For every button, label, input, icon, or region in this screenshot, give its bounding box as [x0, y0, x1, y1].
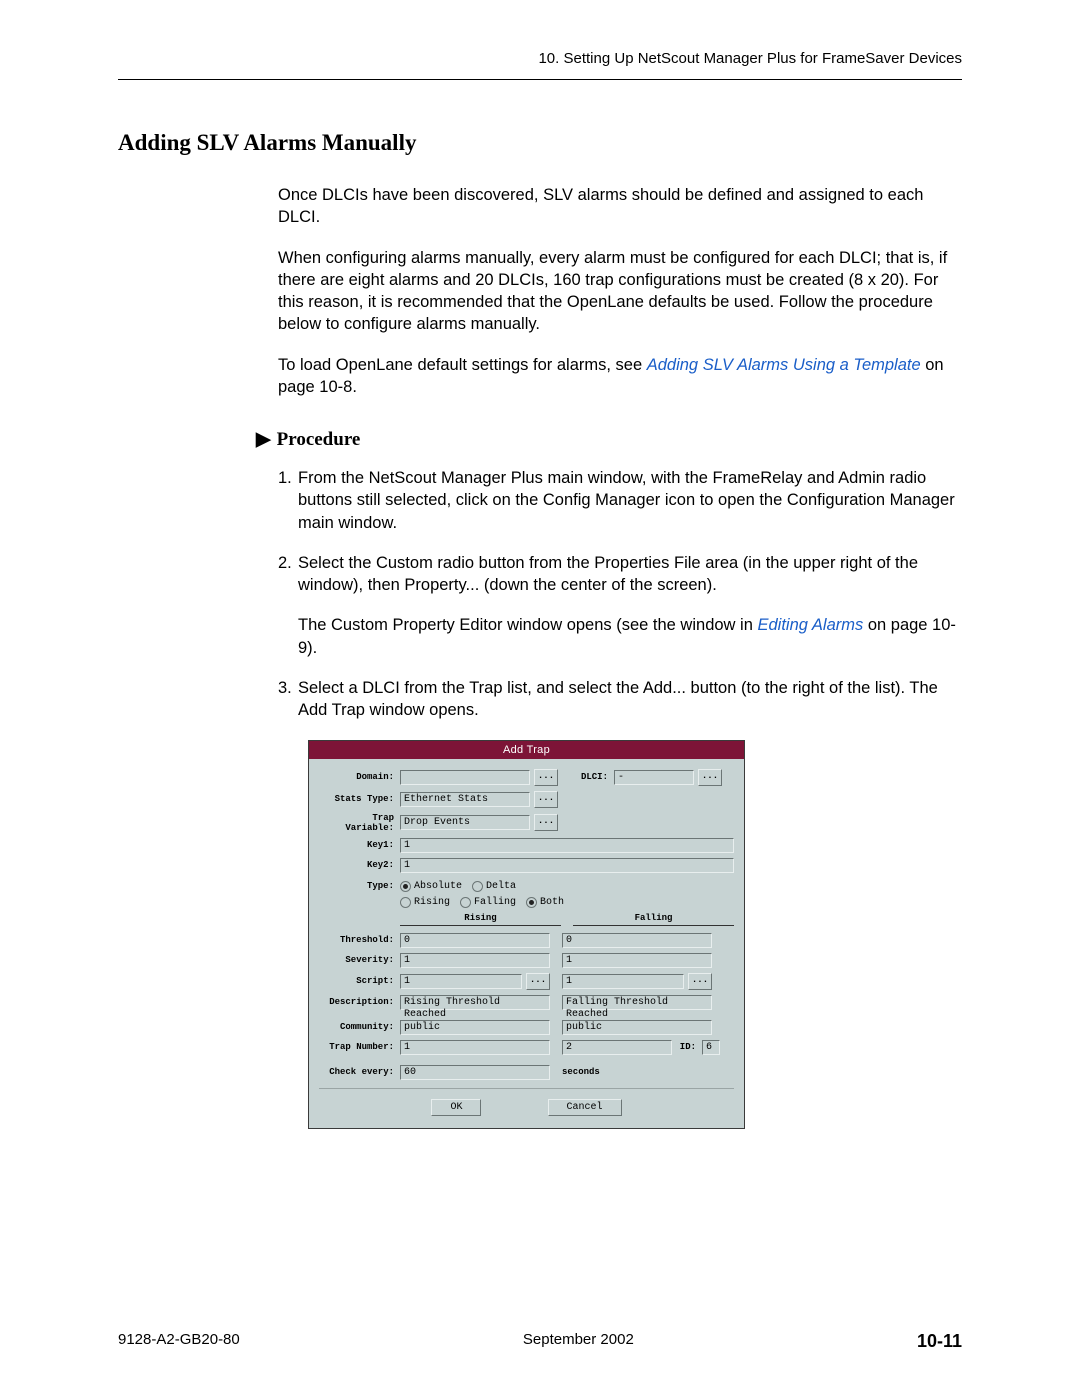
triangle-icon: ▶ — [256, 428, 271, 451]
ok-button[interactable]: OK — [431, 1099, 481, 1116]
key2-label: Key2: — [319, 860, 400, 870]
step-text: From the NetScout Manager Plus main wind… — [298, 467, 962, 534]
window-title: Add Trap — [309, 741, 744, 759]
radio-icon — [526, 897, 537, 908]
radio-both[interactable]: Both — [526, 897, 564, 908]
section-heading: Adding SLV Alarms Manually — [118, 130, 962, 156]
paragraph: Once DLCIs have been discovered, SLV ala… — [278, 184, 962, 229]
script-falling-browse-button[interactable]: ... — [688, 973, 712, 990]
footer-date: September 2002 — [523, 1331, 634, 1352]
step-text: Select the Custom radio button from the … — [298, 552, 962, 659]
step-number: 3. — [278, 677, 298, 722]
threshold-falling-input[interactable]: 0 — [562, 933, 712, 948]
add-trap-window: Add Trap Domain: ... DLCI: - ... Stats T… — [308, 740, 745, 1129]
script-label: Script: — [319, 976, 400, 986]
script-falling-input[interactable]: 1 — [562, 974, 684, 989]
step-text: Select a DLCI from the Trap list, and se… — [298, 677, 962, 722]
key1-label: Key1: — [319, 840, 400, 850]
radio-rising[interactable]: Rising — [400, 897, 450, 908]
domain-browse-button[interactable]: ... — [534, 769, 558, 786]
radio-icon — [400, 881, 411, 892]
radio-icon — [460, 897, 471, 908]
type-label: Type: — [319, 881, 400, 891]
page-header: 10. Setting Up NetScout Manager Plus for… — [118, 50, 962, 80]
trapvar-browse-button[interactable]: ... — [534, 814, 558, 831]
page-number: 10-11 — [917, 1331, 962, 1352]
check-every-label: Check every: — [319, 1067, 400, 1077]
link-adding-slv-template[interactable]: Adding SLV Alarms Using a Template — [647, 356, 921, 374]
procedure-heading: ▶Procedure — [256, 428, 962, 451]
check-every-input[interactable]: 60 — [400, 1065, 550, 1080]
dlci-browse-button[interactable]: ... — [698, 769, 722, 786]
key2-input[interactable]: 1 — [400, 858, 734, 873]
trap-number-falling-input[interactable]: 2 — [562, 1040, 672, 1055]
domain-input[interactable] — [400, 770, 530, 785]
step-number: 1. — [278, 467, 298, 534]
stats-browse-button[interactable]: ... — [534, 791, 558, 808]
id-input[interactable]: 6 — [702, 1040, 720, 1055]
paragraph: When configuring alarms manually, every … — [278, 247, 962, 336]
dlci-input[interactable]: - — [614, 770, 694, 785]
stats-type-label: Stats Type: — [319, 794, 400, 804]
radio-absolute[interactable]: Absolute — [400, 881, 462, 892]
threshold-label: Threshold: — [319, 935, 400, 945]
description-falling-input[interactable]: Falling Threshold Reached — [562, 995, 712, 1010]
severity-falling-input[interactable]: 1 — [562, 953, 712, 968]
description-rising-input[interactable]: Rising Threshold Reached — [400, 995, 550, 1010]
radio-falling[interactable]: Falling — [460, 897, 516, 908]
step-number: 2. — [278, 552, 298, 659]
falling-column-header: Falling — [573, 913, 734, 926]
key1-input[interactable]: 1 — [400, 838, 734, 853]
community-rising-input[interactable]: public — [400, 1020, 550, 1035]
community-falling-input[interactable]: public — [562, 1020, 712, 1035]
rising-column-header: Rising — [400, 913, 561, 926]
radio-delta[interactable]: Delta — [472, 881, 516, 892]
trap-number-label: Trap Number: — [319, 1042, 400, 1052]
script-rising-input[interactable]: 1 — [400, 974, 522, 989]
dlci-label: DLCI: — [558, 772, 614, 782]
cancel-button[interactable]: Cancel — [548, 1099, 622, 1116]
script-rising-browse-button[interactable]: ... — [526, 973, 550, 990]
trap-variable-label: Trap Variable: — [319, 813, 400, 833]
id-label: ID: — [672, 1042, 702, 1052]
radio-icon — [472, 881, 483, 892]
threshold-rising-input[interactable]: 0 — [400, 933, 550, 948]
severity-label: Severity: — [319, 955, 400, 965]
trap-variable-input[interactable]: Drop Events — [400, 815, 530, 830]
domain-label: Domain: — [319, 772, 400, 782]
footer-doc-id: 9128-A2-GB20-80 — [118, 1331, 240, 1352]
description-label: Description: — [319, 997, 400, 1007]
radio-icon — [400, 897, 411, 908]
seconds-label: seconds — [562, 1067, 600, 1077]
link-editing-alarms[interactable]: Editing Alarms — [757, 616, 863, 634]
severity-rising-input[interactable]: 1 — [400, 953, 550, 968]
stats-type-input[interactable]: Ethernet Stats — [400, 792, 530, 807]
trap-number-rising-input[interactable]: 1 — [400, 1040, 550, 1055]
paragraph: To load OpenLane default settings for al… — [278, 354, 962, 399]
community-label: Community: — [319, 1022, 400, 1032]
